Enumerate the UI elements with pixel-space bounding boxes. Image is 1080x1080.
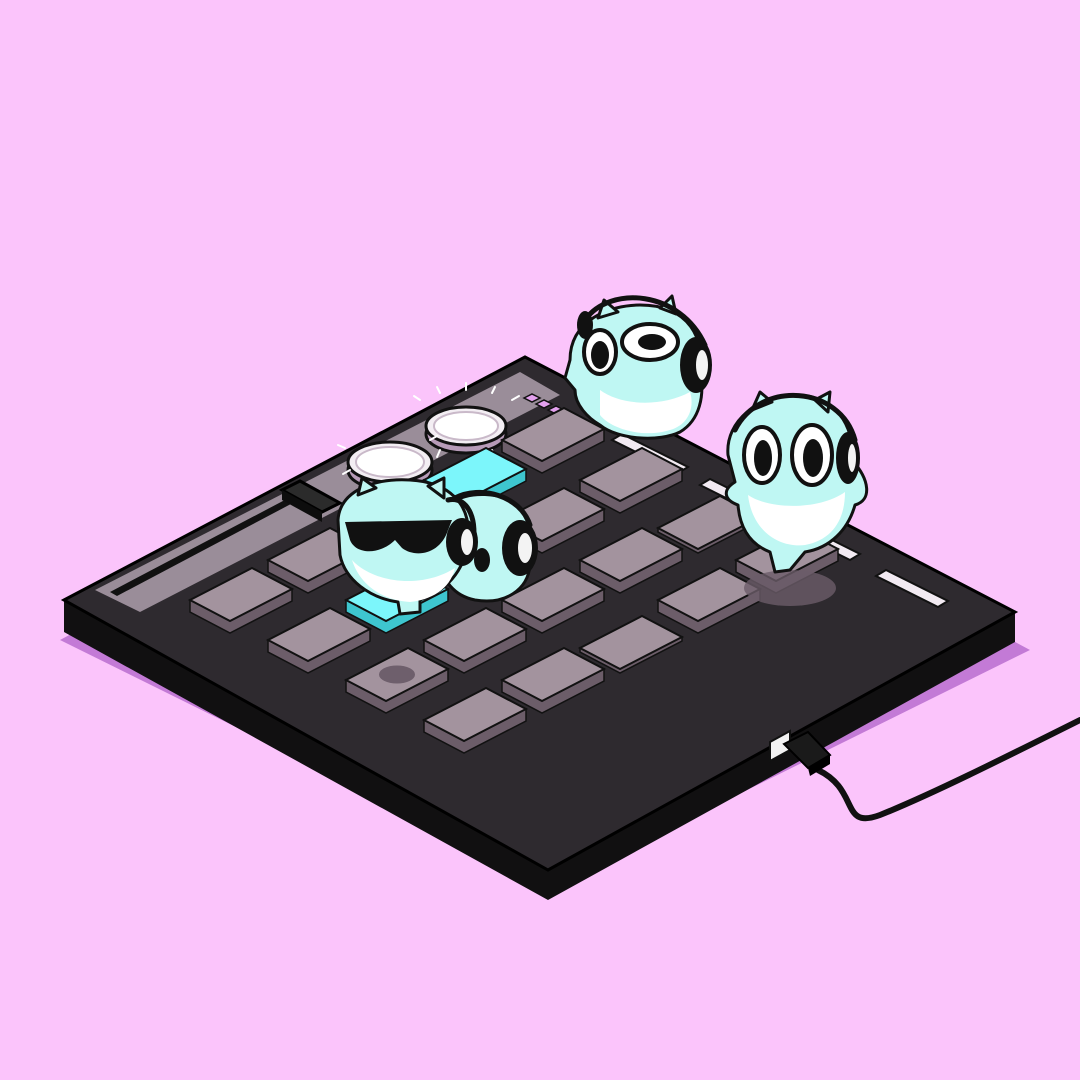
character-shadow [744, 570, 836, 606]
pad-mark [379, 665, 415, 684]
illustration-scene [0, 0, 1080, 1080]
